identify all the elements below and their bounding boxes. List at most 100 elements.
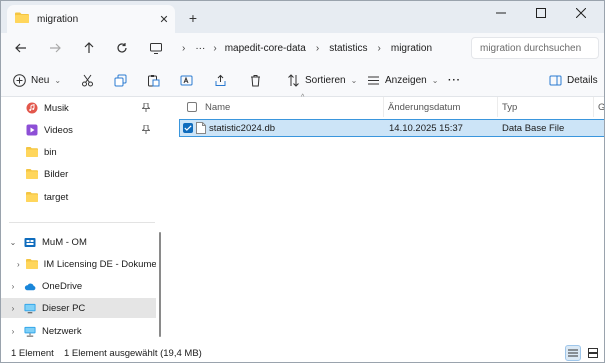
- onedrive-icon: [24, 280, 36, 292]
- sidebar-item-dieser-pc[interactable]: › Dieser PC: [1, 298, 156, 318]
- column-header-name[interactable]: Name ^: [183, 94, 383, 117]
- pin-icon: [141, 102, 151, 114]
- database-file-icon: [196, 122, 206, 134]
- breadcrumb-overflow[interactable]: ···: [195, 43, 205, 54]
- cut-button[interactable]: [79, 69, 95, 91]
- paste-button[interactable]: [145, 69, 161, 91]
- more-options-button[interactable]: ···: [448, 69, 461, 91]
- view-label: Anzeigen: [385, 74, 427, 86]
- sidebar-item-label: Netzwerk: [42, 325, 82, 337]
- breadcrumb-separator: ›: [377, 42, 381, 54]
- trash-icon: [247, 72, 263, 88]
- folder-icon: [26, 168, 38, 180]
- row-checkbox-cell[interactable]: [183, 120, 193, 136]
- sort-label: Sortieren: [305, 74, 346, 86]
- sidebar-item-bilder[interactable]: Bilder: [1, 164, 156, 184]
- file-list: Name ^ Änderungsdatum Typ Gr: [167, 94, 605, 344]
- column-header-label: Änderungsdatum: [388, 101, 461, 113]
- arrow-left-icon: [15, 43, 26, 53]
- new-button[interactable]: Neu ⌄: [11, 69, 61, 91]
- back-button[interactable]: [9, 37, 33, 59]
- sidebar-item-label: Videos: [44, 124, 73, 136]
- chevron-down-icon: ⌄: [54, 75, 62, 85]
- new-label: Neu: [31, 74, 50, 86]
- details-button[interactable]: Details: [547, 69, 598, 91]
- status-bar: 1 Element 1 Element ausgewählt (19,4 MB): [1, 344, 604, 362]
- breadcrumb-migration[interactable]: migration: [391, 43, 432, 54]
- breadcrumb-separator: ›: [182, 42, 186, 54]
- arrow-right-icon: [50, 43, 61, 53]
- pin-icon: [141, 124, 151, 136]
- sidebar-item-bin[interactable]: bin: [1, 142, 156, 162]
- sidebar-item-musik[interactable]: Musik: [1, 98, 156, 118]
- tiles-view-button[interactable]: [585, 345, 601, 361]
- rename-button[interactable]: [178, 69, 194, 91]
- sidebar-item-onedrive[interactable]: › OneDrive: [1, 276, 156, 296]
- column-header-type[interactable]: Typ: [497, 97, 593, 117]
- rename-icon: [178, 72, 194, 88]
- up-button[interactable]: [77, 37, 101, 59]
- chevron-right-icon[interactable]: ›: [17, 260, 20, 269]
- table-row[interactable]: statistic2024.db 14.10.2025 15:37 Data B…: [179, 119, 604, 137]
- details-view-button[interactable]: [565, 345, 581, 361]
- sidebar-item-label: OneDrive: [42, 280, 83, 292]
- sidebar-item-target[interactable]: target: [1, 187, 156, 207]
- copy-icon: [112, 72, 128, 88]
- sidebar-item-im-licensing[interactable]: › IM Licensing DE - Dokumente: [1, 254, 156, 274]
- column-header-row: Name ^ Änderungsdatum Typ Gr: [167, 94, 605, 117]
- minimize-button[interactable]: [481, 1, 521, 25]
- refresh-button[interactable]: [110, 37, 134, 59]
- refresh-icon: [117, 43, 127, 53]
- maximize-button[interactable]: [521, 1, 561, 25]
- forward-button[interactable]: [43, 37, 67, 59]
- sidebar-item-mum-om[interactable]: ⌄ MuM - OM: [1, 232, 156, 252]
- column-header-label: Name: [205, 101, 231, 113]
- cloud-org-icon: [24, 236, 36, 248]
- column-header-size[interactable]: Gr: [593, 97, 605, 117]
- chevron-right-icon[interactable]: ›: [8, 304, 18, 313]
- view-list-icon: [365, 72, 381, 88]
- tab-migration[interactable]: migration ✕: [7, 5, 175, 33]
- select-all-checkbox[interactable]: [187, 102, 197, 112]
- tab-bar: migration ✕ +: [1, 1, 604, 33]
- delete-button[interactable]: [247, 69, 263, 91]
- view-button[interactable]: Anzeigen ⌄: [365, 69, 438, 91]
- sidebar-item-label: Musik: [44, 102, 69, 114]
- sidebar-scrollbar[interactable]: [159, 232, 161, 337]
- column-header-label: Gr: [598, 101, 605, 113]
- breadcrumb-statistics[interactable]: statistics: [329, 43, 367, 54]
- breadcrumb-mapedit-core-data[interactable]: mapedit-core-data: [225, 43, 306, 54]
- folder-icon: [26, 146, 38, 158]
- sidebar-item-netzwerk[interactable]: › Netzwerk: [1, 321, 156, 341]
- address-bar-row: › ··· › mapedit-core-data › statistics ›…: [1, 33, 604, 63]
- tab-title: migration: [37, 13, 79, 25]
- copy-button[interactable]: [112, 69, 128, 91]
- close-window-button[interactable]: [561, 1, 601, 25]
- chevron-right-icon[interactable]: ›: [8, 282, 18, 291]
- share-button[interactable]: [212, 69, 228, 91]
- monitor-icon: [150, 42, 162, 54]
- file-name: statistic2024.db: [209, 122, 276, 134]
- breadcrumb-separator: ›: [213, 42, 217, 54]
- sidebar-divider: [9, 222, 155, 223]
- plus-circle-icon: [11, 72, 27, 88]
- search-input[interactable]: migration durchsuchen: [471, 37, 599, 59]
- address-field[interactable]: › ··· › mapedit-core-data › statistics ›…: [144, 37, 464, 59]
- checkbox-checked-icon[interactable]: [183, 123, 193, 133]
- minimize-icon: [496, 12, 506, 14]
- navigation-pane: Musik Videos bin Bilder target ⌄ MuM - O…: [1, 97, 161, 344]
- column-header-modified[interactable]: Änderungsdatum: [383, 97, 497, 117]
- new-tab-button[interactable]: +: [184, 9, 202, 27]
- sidebar-item-videos[interactable]: Videos: [1, 120, 156, 140]
- folder-icon: [25, 258, 38, 270]
- scissors-icon: [79, 72, 95, 88]
- arrow-up-icon: [84, 42, 94, 53]
- sort-button[interactable]: Sortieren ⌄: [285, 69, 357, 91]
- music-icon: [26, 102, 38, 114]
- chevron-right-icon[interactable]: ›: [8, 327, 18, 336]
- close-tab-icon[interactable]: ✕: [153, 13, 175, 26]
- chevron-down-icon[interactable]: ⌄: [8, 238, 18, 247]
- sidebar-item-label: bin: [44, 146, 57, 158]
- details-label: Details: [567, 74, 598, 86]
- command-bar: Neu ⌄ Sortieren ⌄ Anzeigen ⌄ ··· Details: [1, 63, 604, 97]
